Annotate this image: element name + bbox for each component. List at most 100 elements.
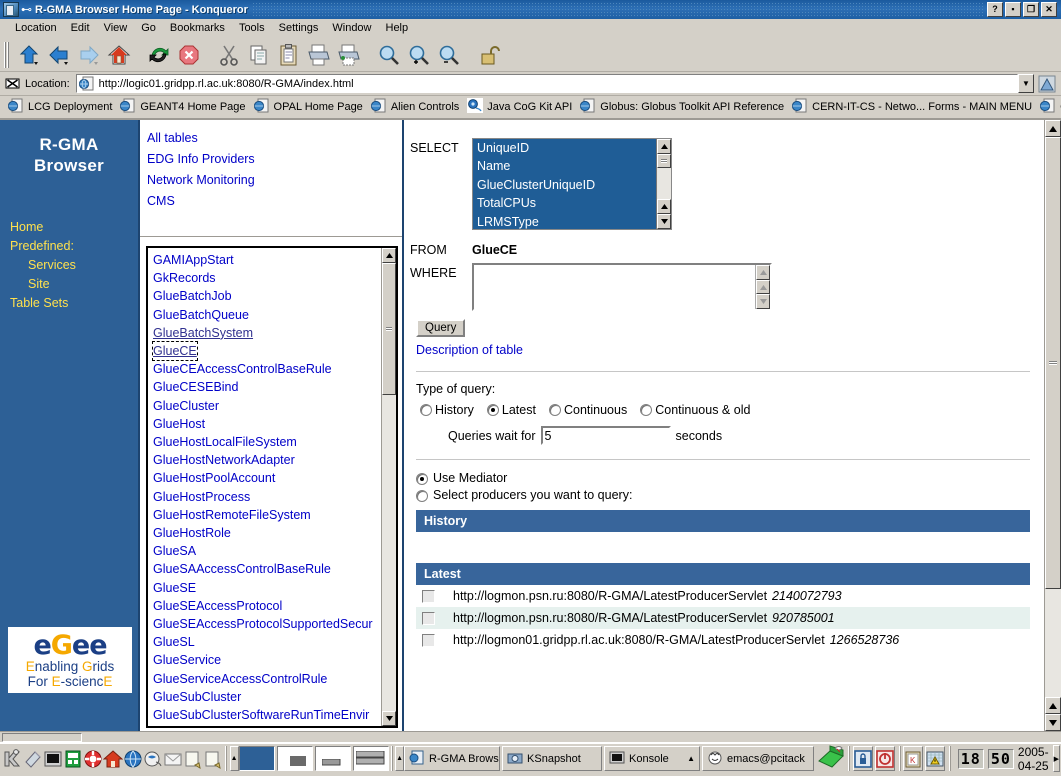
- bookmark-java-cog-kit-api[interactable]: Java CoG Kit API: [465, 98, 578, 116]
- where-scrollbar[interactable]: [755, 265, 770, 310]
- producer-checkbox[interactable]: [422, 611, 435, 625]
- pin-icon[interactable]: ⊷: [21, 3, 32, 16]
- copy-icon[interactable]: [244, 40, 274, 70]
- task-emacs[interactable]: emacs@pcitack: [702, 746, 815, 771]
- menu-settings[interactable]: Settings: [272, 20, 326, 36]
- page-scrollbar[interactable]: [1044, 120, 1061, 731]
- bookmark-globus-toolkit-api-reference[interactable]: Globus: Globus Toolkit API Reference: [578, 98, 790, 116]
- print-preview-icon[interactable]: [334, 40, 364, 70]
- use-mediator-row[interactable]: Use Mediator: [416, 470, 1030, 487]
- table-link[interactable]: GlueHostRole: [153, 524, 381, 542]
- table-link[interactable]: GlueCluster: [153, 397, 381, 415]
- bookmark-geant4-home-page[interactable]: GEANT4 Home Page: [118, 98, 251, 116]
- radio-latest[interactable]: [486, 404, 499, 416]
- table-link[interactable]: GlueCESEBind: [153, 378, 381, 396]
- location-dropdown-button[interactable]: ▼: [1018, 74, 1034, 93]
- menu-go[interactable]: Go: [134, 20, 163, 36]
- table-link[interactable]: GlueSEAccessProtocolSupportedSecur: [153, 615, 381, 633]
- table-link[interactable]: GlueHostPoolAccount: [153, 469, 381, 487]
- radio-history[interactable]: [420, 404, 432, 416]
- sidebar-item-site[interactable]: Site: [10, 275, 138, 294]
- table-link[interactable]: GlueHostRemoteFileSystem: [153, 506, 381, 524]
- scroll-track[interactable]: [657, 154, 671, 199]
- table-link[interactable]: GlueHostNetworkAdapter: [153, 451, 381, 469]
- konqueror-throbber-icon[interactable]: [1036, 73, 1058, 95]
- select-scrollbar[interactable]: [656, 139, 671, 229]
- clear-location-icon[interactable]: [3, 75, 21, 93]
- select-option[interactable]: LRMSType: [477, 213, 656, 229]
- scroll-thumb[interactable]: [382, 263, 396, 395]
- radio-continuous[interactable]: [548, 404, 561, 416]
- sidebar-item-services[interactable]: Services: [10, 256, 138, 275]
- tray-grip-2[interactable]: [898, 746, 902, 771]
- table-link[interactable]: GlueHost: [153, 415, 381, 433]
- table-link[interactable]: GlueService: [153, 651, 381, 669]
- select-option[interactable]: TotalCPUs: [477, 194, 656, 212]
- table-link[interactable]: GlueHostLocalFileSystem: [153, 433, 381, 451]
- bookmark-c[interactable]: C: [1038, 98, 1061, 116]
- scroll-up-button[interactable]: [1045, 120, 1061, 137]
- help-button[interactable]: ?: [987, 2, 1003, 17]
- panel-hide-button[interactable]: ▶: [1052, 745, 1060, 772]
- table-link[interactable]: GlueSEAccessProtocol: [153, 597, 381, 615]
- menu-window[interactable]: Window: [325, 20, 378, 36]
- help-lifebelt-icon[interactable]: [83, 746, 103, 772]
- klipper-tray-icon[interactable]: [816, 744, 846, 772]
- editor2-icon[interactable]: [203, 746, 223, 772]
- category-link-network-monitoring[interactable]: Network Monitoring: [147, 170, 402, 191]
- description-of-table-link[interactable]: Description of table: [416, 343, 1030, 357]
- clock[interactable]: 18 50 2005-04-25: [954, 745, 1053, 773]
- magnifier-icon[interactable]: [374, 40, 404, 70]
- task-r-gma-browser[interactable]: R-GMA Brows: [404, 746, 501, 771]
- producer-row[interactable]: http://logmon.psn.ru:8080/R-GMA/LatestPr…: [416, 585, 1030, 607]
- producer-row[interactable]: http://logmon01.gridpp.rl.ac.uk:8080/R-G…: [416, 629, 1030, 651]
- bookmark-cern-it-cs-main-menu[interactable]: CERN-IT-CS - Netwo... Forms - MAIN MENU: [790, 98, 1038, 116]
- producer-checkbox[interactable]: [422, 633, 435, 647]
- open-padlock-icon[interactable]: [474, 40, 504, 70]
- scroll-up-button[interactable]: [382, 248, 396, 263]
- up-button[interactable]: [14, 40, 44, 70]
- maximize-button[interactable]: ❐: [1023, 2, 1039, 17]
- desktop-2[interactable]: [276, 746, 313, 771]
- menu-bookmarks[interactable]: Bookmarks: [163, 20, 232, 36]
- bookmark-opal-home-page[interactable]: OPAL Home Page: [252, 98, 369, 116]
- home-button[interactable]: [104, 40, 134, 70]
- select-option[interactable]: Name: [477, 157, 656, 175]
- table-list-scrollbar[interactable]: [381, 248, 396, 726]
- queries-wait-input[interactable]: 5: [540, 426, 671, 445]
- scroll-page-up-button[interactable]: [1045, 697, 1061, 714]
- table-link[interactable]: GlueSA: [153, 542, 381, 560]
- radio-label-continuous-and-old[interactable]: Continuous & old: [655, 403, 750, 417]
- task-menu-arrow-icon[interactable]: ▲: [687, 754, 695, 763]
- table-link[interactable]: GlueSL: [153, 633, 381, 651]
- table-link[interactable]: GlueSubCluster: [153, 688, 381, 706]
- sidebar-item-home[interactable]: Home: [10, 218, 138, 237]
- scroll-down-button[interactable]: [657, 214, 671, 229]
- query-button[interactable]: Query: [416, 319, 466, 337]
- bookmark-alien-controls[interactable]: Alien Controls: [369, 98, 465, 116]
- printer-icon[interactable]: [304, 40, 334, 70]
- radio-label-select-producers[interactable]: Select producers you want to query:: [433, 487, 632, 504]
- where-value[interactable]: [474, 265, 755, 309]
- table-link[interactable]: GAMIAppStart: [153, 251, 381, 269]
- producer-row[interactable]: http://logmon.psn.ru:8080/R-GMA/LatestPr…: [416, 607, 1030, 629]
- lock-screen-icon[interactable]: [852, 746, 873, 771]
- close-button[interactable]: ✕: [1041, 2, 1057, 17]
- sidebar-item-predefined[interactable]: Predefined:: [10, 237, 138, 256]
- table-link-gluebatchsystem[interactable]: GlueBatchSystem: [153, 324, 381, 342]
- category-link-edg-info-providers[interactable]: EDG Info Providers: [147, 149, 402, 170]
- k-menu-icon[interactable]: [1, 746, 23, 772]
- table-link[interactable]: GlueHostProcess: [153, 488, 381, 506]
- select-option[interactable]: GlueClusterUniqueID: [477, 176, 656, 194]
- launcher-expand-button[interactable]: ▲: [229, 746, 239, 771]
- category-link-cms[interactable]: CMS: [147, 191, 402, 212]
- menu-edit[interactable]: Edit: [64, 20, 97, 36]
- menu-view[interactable]: View: [97, 20, 135, 36]
- desktop-1[interactable]: [238, 746, 275, 771]
- tasks-expand-button[interactable]: ▲: [395, 746, 405, 771]
- clock-grip[interactable]: [949, 746, 952, 771]
- back-button[interactable]: [44, 40, 74, 70]
- table-link[interactable]: GlueServiceAccessControlRule: [153, 670, 381, 688]
- toolbar-grip[interactable]: [4, 41, 10, 68]
- tray-grip[interactable]: [848, 746, 851, 771]
